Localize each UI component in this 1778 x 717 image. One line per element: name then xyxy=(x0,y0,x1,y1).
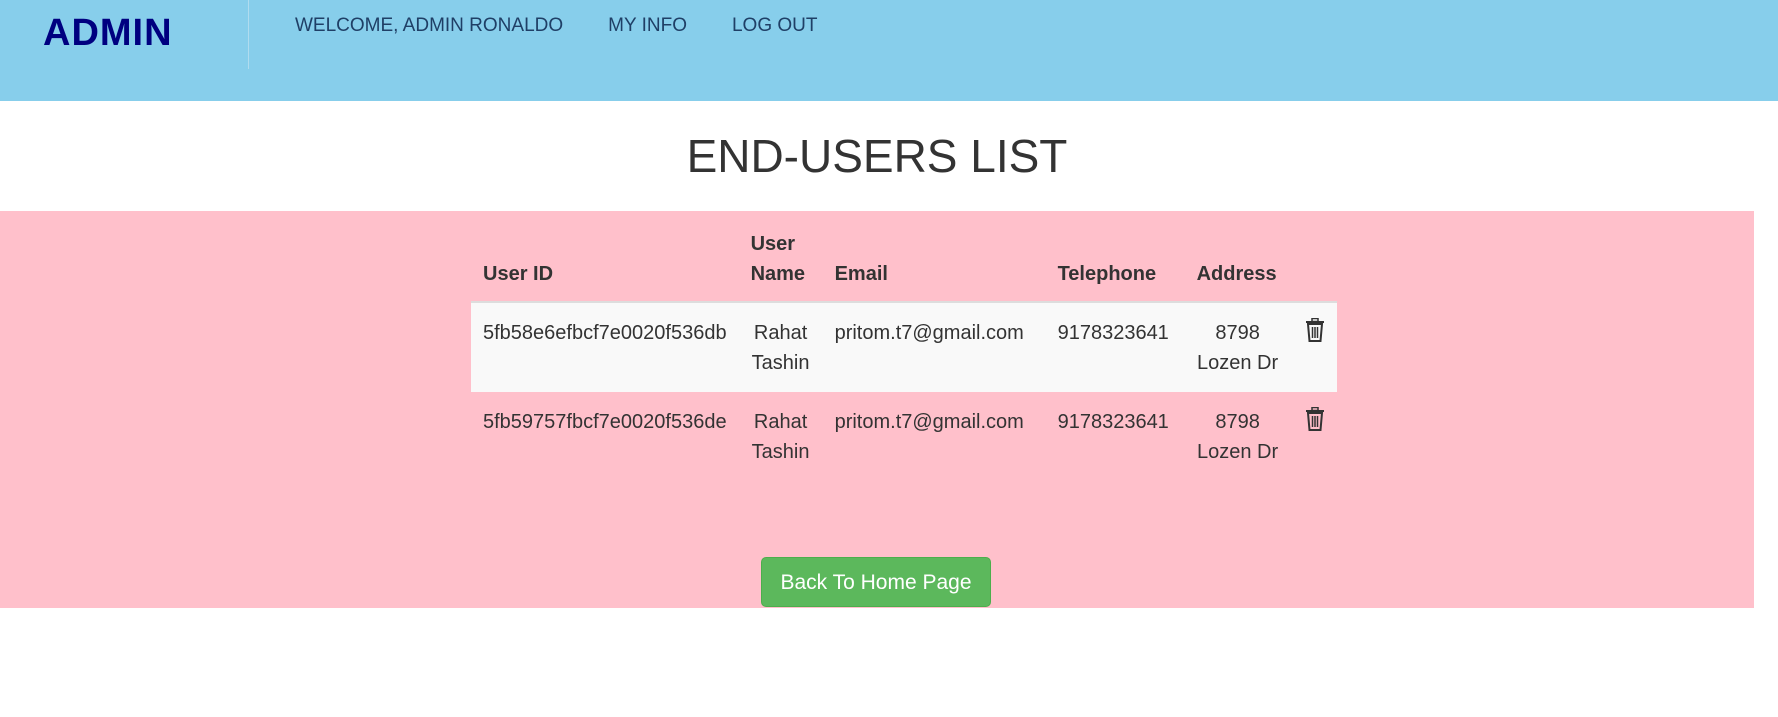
cell-email: pritom.t7@gmail.com xyxy=(834,411,1024,433)
table-row: 5fb59757fbcf7e0020f536de Rahat Tashin pr… xyxy=(471,392,1337,481)
nav-link-log-out[interactable]: LOG OUT xyxy=(732,14,818,38)
header-user-name: User Name xyxy=(738,221,823,303)
cell-telephone: 9178323641 xyxy=(1045,302,1185,392)
cell-address: 8798 Lozen Dr xyxy=(1184,302,1291,392)
cell-actions xyxy=(1291,392,1337,481)
cell-user-id: 5fb59757fbcf7e0020f536de xyxy=(483,411,727,433)
table-row: 5fb58e6efbcf7e0020f536db Rahat Tashin pr… xyxy=(471,302,1337,392)
header-actions xyxy=(1290,221,1337,303)
header-address: Address xyxy=(1184,221,1291,303)
cell-address: 8798 Lozen Dr xyxy=(1197,411,1279,463)
table-header-row: User ID User Name Email Telephone Addres… xyxy=(471,221,1337,303)
brand-logo[interactable]: ADMIN xyxy=(43,12,173,55)
cell-email: pritom.t7@gmail.com xyxy=(822,302,1046,392)
nav-link-my-info[interactable]: MY INFO xyxy=(608,14,687,38)
trash-icon[interactable] xyxy=(1305,406,1325,431)
header-user-id: User ID xyxy=(471,221,739,303)
top-navbar: ADMIN WELCOME, ADMIN RONALDO MY INFO LOG… xyxy=(0,0,1778,101)
header-telephone: Telephone xyxy=(1045,221,1185,303)
users-panel: User ID User Name Email Telephone Addres… xyxy=(0,211,1754,608)
cell-actions xyxy=(1290,302,1337,392)
nav-divider xyxy=(248,0,249,69)
nav-links: WELCOME, ADMIN RONALDO MY INFO LOG OUT xyxy=(295,14,863,38)
cell-user-name: Rahat Tashin xyxy=(738,302,823,392)
header-email: Email xyxy=(822,221,1046,303)
cell-user-id: 5fb58e6efbcf7e0020f536db xyxy=(471,302,739,392)
users-table: User ID User Name Email Telephone Addres… xyxy=(471,221,1337,481)
nav-link-welcome[interactable]: WELCOME, ADMIN RONALDO xyxy=(295,14,563,38)
cell-telephone: 9178323641 xyxy=(1057,411,1169,433)
back-to-home-button[interactable]: Back To Home Page xyxy=(761,557,991,607)
page-title: END-USERS LIST xyxy=(686,130,1068,182)
cell-user-name: Rahat Tashin xyxy=(751,411,810,463)
trash-icon[interactable] xyxy=(1305,317,1325,342)
